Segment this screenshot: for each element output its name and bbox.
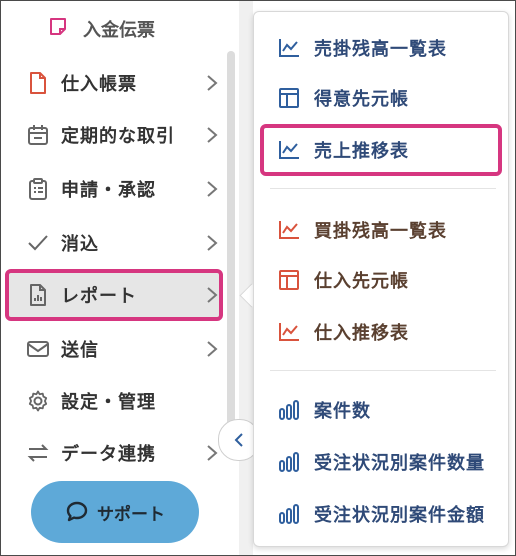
- support-button[interactable]: サポート: [31, 481, 199, 543]
- chevron-right-icon: [207, 181, 218, 197]
- sidebar-item-label: レポート: [61, 286, 137, 307]
- menu-item-supplier-ledger[interactable]: 仕入先元帳: [264, 256, 498, 304]
- menu-item-label: 売掛残高一覧表: [314, 39, 447, 60]
- sidebar-item-label: 消込: [61, 234, 99, 255]
- sidebar-item-label: 送信: [61, 340, 99, 361]
- menu-item-customer-ledger[interactable]: 得意先元帳: [264, 74, 498, 122]
- menu-item-payable-balance[interactable]: 買掛残高一覧表: [264, 206, 498, 254]
- line-chart-icon: [276, 137, 302, 163]
- chevron-left-icon: [234, 433, 243, 447]
- clipboard-icon: [25, 176, 51, 202]
- ledger-icon: [276, 85, 302, 111]
- chevron-right-icon: [207, 127, 218, 143]
- menu-item-purchase-trend[interactable]: 仕入推移表: [264, 308, 498, 356]
- menu-item-project-quantity-by-status[interactable]: 受注状況別案件数量: [264, 438, 498, 486]
- chevron-right-icon: [207, 287, 218, 303]
- menu-item-label: 得意先元帳: [314, 89, 409, 110]
- report-icon: [25, 282, 51, 308]
- menu-divider: [270, 188, 496, 189]
- app-frame: 入金伝票 仕入帳票 定期的な取引 申請・承認 消込 レポート 送信 設定・管理 …: [0, 0, 516, 556]
- line-chart-icon: [276, 217, 302, 243]
- bar-chart-icon: [276, 501, 302, 527]
- main-content-edge: [239, 1, 253, 555]
- sidebar-item-data-sync[interactable]: データ連携: [5, 427, 223, 479]
- chat-bubble-icon: [65, 500, 89, 524]
- sidebar-item-purchase-docs[interactable]: 仕入帳票: [5, 57, 223, 109]
- sidebar-item-send[interactable]: 送信: [5, 323, 223, 375]
- chevron-right-icon: [207, 235, 218, 251]
- mail-icon: [25, 336, 51, 362]
- line-chart-icon: [276, 35, 302, 61]
- menu-item-sales-trend[interactable]: 売上推移表: [260, 124, 502, 176]
- calendar-icon: [25, 122, 51, 148]
- support-button-label: サポート: [97, 504, 165, 525]
- check-icon: [25, 230, 51, 256]
- sidebar-item-label: 仕入帳票: [61, 74, 137, 95]
- menu-item-label: 案件数: [314, 401, 371, 422]
- sidebar-item-report[interactable]: レポート: [5, 269, 223, 321]
- menu-item-label: 仕入推移表: [314, 323, 409, 344]
- chevron-right-icon: [207, 341, 218, 357]
- sidebar-item-label: データ連携: [61, 444, 156, 465]
- menu-item-project-amount-by-status[interactable]: 受注状況別案件金額: [264, 490, 498, 538]
- sidebar-item-settings[interactable]: 設定・管理: [5, 375, 223, 427]
- sidebar-item-reconcile[interactable]: 消込: [5, 217, 223, 269]
- sidebar-scrollbar[interactable]: [227, 51, 235, 451]
- sidebar-item-label: 申請・承認: [61, 180, 156, 201]
- sidebar: 入金伝票 仕入帳票 定期的な取引 申請・承認 消込 レポート 送信 設定・管理 …: [1, 1, 237, 555]
- sidebar-item-recurring[interactable]: 定期的な取引: [5, 109, 223, 161]
- sidebar-subitem-label: 入金伝票: [83, 20, 155, 41]
- file-icon: [25, 70, 51, 96]
- sidebar-item-label: 定期的な取引: [61, 126, 175, 147]
- line-chart-icon: [276, 319, 302, 345]
- sidebar-item-approval[interactable]: 申請・承認: [5, 163, 223, 215]
- chevron-right-icon: [207, 445, 218, 461]
- swap-icon: [25, 440, 51, 466]
- menu-item-receivable-balance[interactable]: 売掛残高一覧表: [264, 24, 498, 72]
- menu-item-label: 買掛残高一覧表: [314, 221, 447, 242]
- report-popover-menu: 売掛残高一覧表 得意先元帳 売上推移表 買掛残高一覧表 仕入先元帳 仕入推移表 …: [253, 11, 509, 547]
- menu-item-label: 仕入先元帳: [314, 271, 409, 292]
- chevron-right-icon: [207, 75, 218, 91]
- menu-item-project-count[interactable]: 案件数: [264, 386, 498, 434]
- sidebar-item-label: 設定・管理: [61, 392, 156, 413]
- menu-item-label: 受注状況別案件金額: [314, 505, 485, 526]
- bar-chart-icon: [276, 397, 302, 423]
- menu-item-label: 売上推移表: [314, 141, 409, 162]
- bar-chart-icon: [276, 449, 302, 475]
- ledger-icon: [276, 267, 302, 293]
- menu-divider: [270, 370, 496, 371]
- gear-icon: [25, 388, 51, 414]
- menu-item-label: 受注状況別案件数量: [314, 453, 485, 474]
- note-icon: [47, 16, 69, 42]
